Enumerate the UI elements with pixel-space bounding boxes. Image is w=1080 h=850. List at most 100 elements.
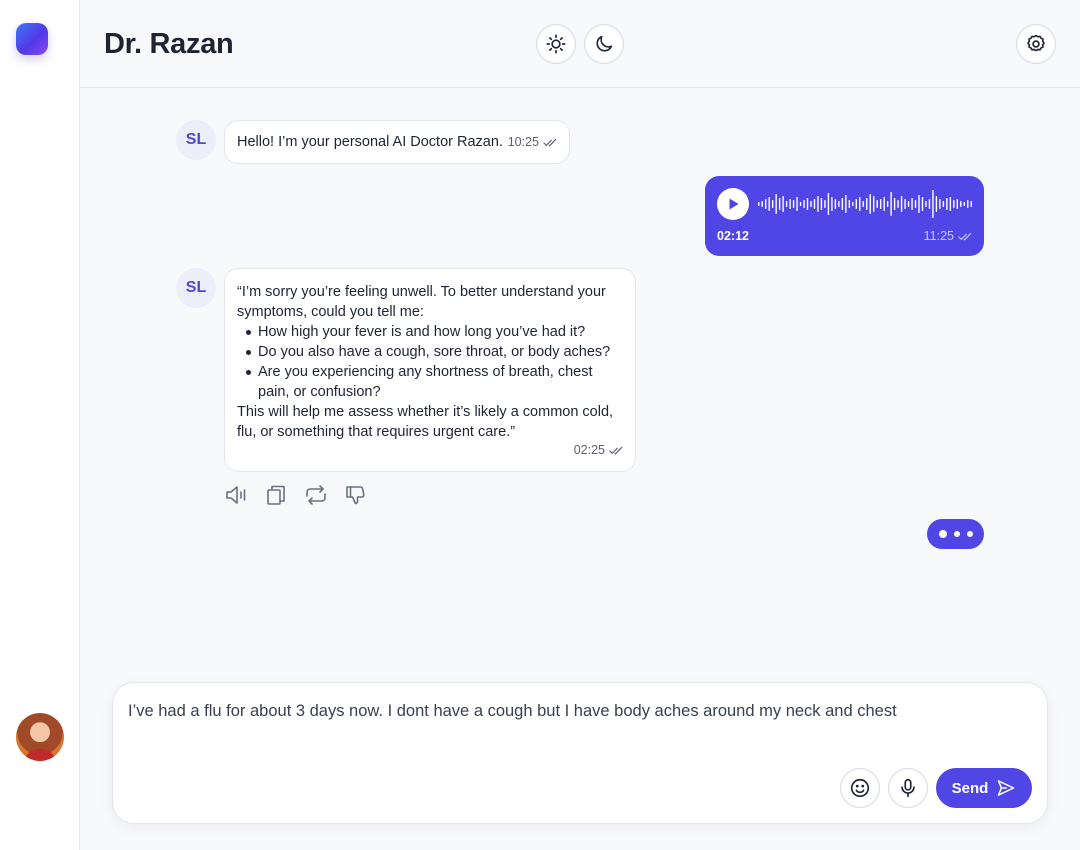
waveform-bar — [942, 201, 945, 207]
waveform-bar — [768, 197, 770, 211]
page-title: Dr. Razan — [104, 28, 234, 60]
light-mode-button[interactable] — [536, 24, 576, 64]
waveform-bar — [771, 200, 774, 208]
dark-mode-button[interactable] — [584, 24, 624, 64]
waveform-bar — [890, 192, 892, 216]
waveform-bar — [935, 196, 938, 212]
waveform-bar — [848, 200, 851, 208]
waveform-bar — [970, 201, 972, 207]
moon-icon — [596, 35, 613, 52]
emoji-button[interactable] — [840, 768, 880, 808]
message-composer[interactable]: I’ve had a flu for about 3 days now. I d… — [112, 682, 1048, 824]
double-check-icon — [609, 446, 623, 454]
send-label: Send — [951, 779, 989, 797]
waveform-bar — [785, 201, 788, 207]
voice-message: 02:12 11:25 — [705, 176, 984, 256]
message-text: Hello! I’m your personal AI Doctor Razan… — [237, 134, 503, 150]
message-outro: This will help me assess whether it’s li… — [237, 404, 614, 440]
speaker-icon — [226, 486, 246, 504]
smile-icon — [850, 778, 870, 798]
waveform-bar — [883, 197, 885, 211]
typing-dot — [966, 531, 973, 537]
waveform-bar — [946, 198, 948, 210]
waveform-bar — [911, 198, 913, 210]
waveform-bar — [838, 201, 840, 207]
message-input[interactable]: I’ve had a flu for about 3 days now. I d… — [128, 702, 897, 721]
message-actions — [224, 483, 368, 507]
waveform-bar — [873, 196, 875, 212]
regenerate-button[interactable] — [304, 483, 328, 507]
waveform-bar — [928, 199, 931, 209]
double-check-icon — [543, 138, 557, 146]
waveform-bar — [789, 199, 791, 209]
copy-button[interactable] — [264, 483, 288, 507]
chat-messages[interactable]: SL Hello! I’m your personal AI Doctor Ra… — [80, 88, 1080, 678]
waveform-bar — [827, 193, 830, 215]
waveform-bar — [907, 201, 910, 207]
waveform-bar — [956, 199, 959, 209]
waveform-bar — [914, 200, 917, 208]
list-item: Do you also have a cough, sore throat, o… — [237, 342, 623, 362]
waveform-bar — [765, 199, 767, 209]
copy-icon — [267, 485, 285, 505]
play-button[interactable] — [717, 188, 749, 220]
play-icon — [729, 198, 739, 210]
app-logo[interactable] — [16, 23, 48, 55]
waveform-bar — [932, 190, 934, 218]
waveform-bar — [782, 196, 784, 212]
waveform-bar — [900, 196, 903, 212]
assistant-avatar: SL — [176, 268, 216, 308]
waveform-bar — [967, 200, 969, 208]
double-check-icon — [958, 232, 972, 240]
waveform-bar — [939, 199, 941, 209]
waveform-bar — [792, 200, 795, 208]
assistant-message: Hello! I’m your personal AI Doctor Razan… — [224, 120, 570, 164]
message-time: 10:25 — [508, 135, 557, 149]
waveform-bar — [834, 199, 837, 209]
waveform-bar — [806, 198, 809, 210]
waveform-bar — [904, 199, 906, 209]
waveform-bar — [796, 197, 798, 211]
waveform-bar — [813, 199, 816, 209]
thumbs-down-icon — [346, 486, 365, 505]
waveform[interactable] — [757, 188, 973, 220]
microphone-button[interactable] — [888, 768, 928, 808]
list-item: How high your fever is and how long you’… — [237, 322, 623, 342]
user-avatar[interactable] — [16, 713, 64, 761]
waveform-bar — [953, 200, 955, 208]
settings-button[interactable] — [1016, 24, 1056, 64]
waveform-bar — [886, 201, 889, 207]
assistant-avatar: SL — [176, 120, 216, 160]
typing-dot — [953, 531, 960, 537]
send-icon — [998, 780, 1015, 796]
waveform-bar — [841, 198, 844, 210]
message-time: 02:25 — [574, 440, 623, 460]
waveform-bar — [855, 199, 857, 209]
waveform-bar — [859, 197, 861, 211]
waveform-bar — [817, 196, 819, 212]
waveform-bar — [852, 202, 854, 206]
gear-icon — [1027, 34, 1045, 52]
header: Dr. Razan — [80, 0, 1080, 88]
waveform-bar — [831, 197, 833, 211]
waveform-bar — [803, 200, 805, 208]
waveform-bar — [824, 200, 826, 208]
read-aloud-button[interactable] — [224, 483, 248, 507]
sidebar — [0, 0, 80, 850]
waveform-bar — [820, 198, 823, 210]
dislike-button[interactable] — [344, 483, 368, 507]
send-button[interactable]: Send — [936, 768, 1032, 808]
waveform-bar — [921, 197, 924, 211]
waveform-bar — [949, 197, 952, 211]
waveform-bar — [963, 202, 965, 206]
microphone-icon — [901, 778, 915, 798]
typing-indicator — [927, 519, 984, 549]
waveform-bar — [761, 201, 763, 207]
waveform-bar — [758, 202, 760, 206]
message-time: 11:25 — [924, 229, 972, 243]
waveform-bar — [869, 194, 871, 214]
waveform-bar — [775, 194, 777, 214]
waveform-bar — [862, 201, 864, 207]
list-item: Are you experiencing any shortness of br… — [237, 362, 623, 402]
waveform-bar — [918, 195, 920, 213]
